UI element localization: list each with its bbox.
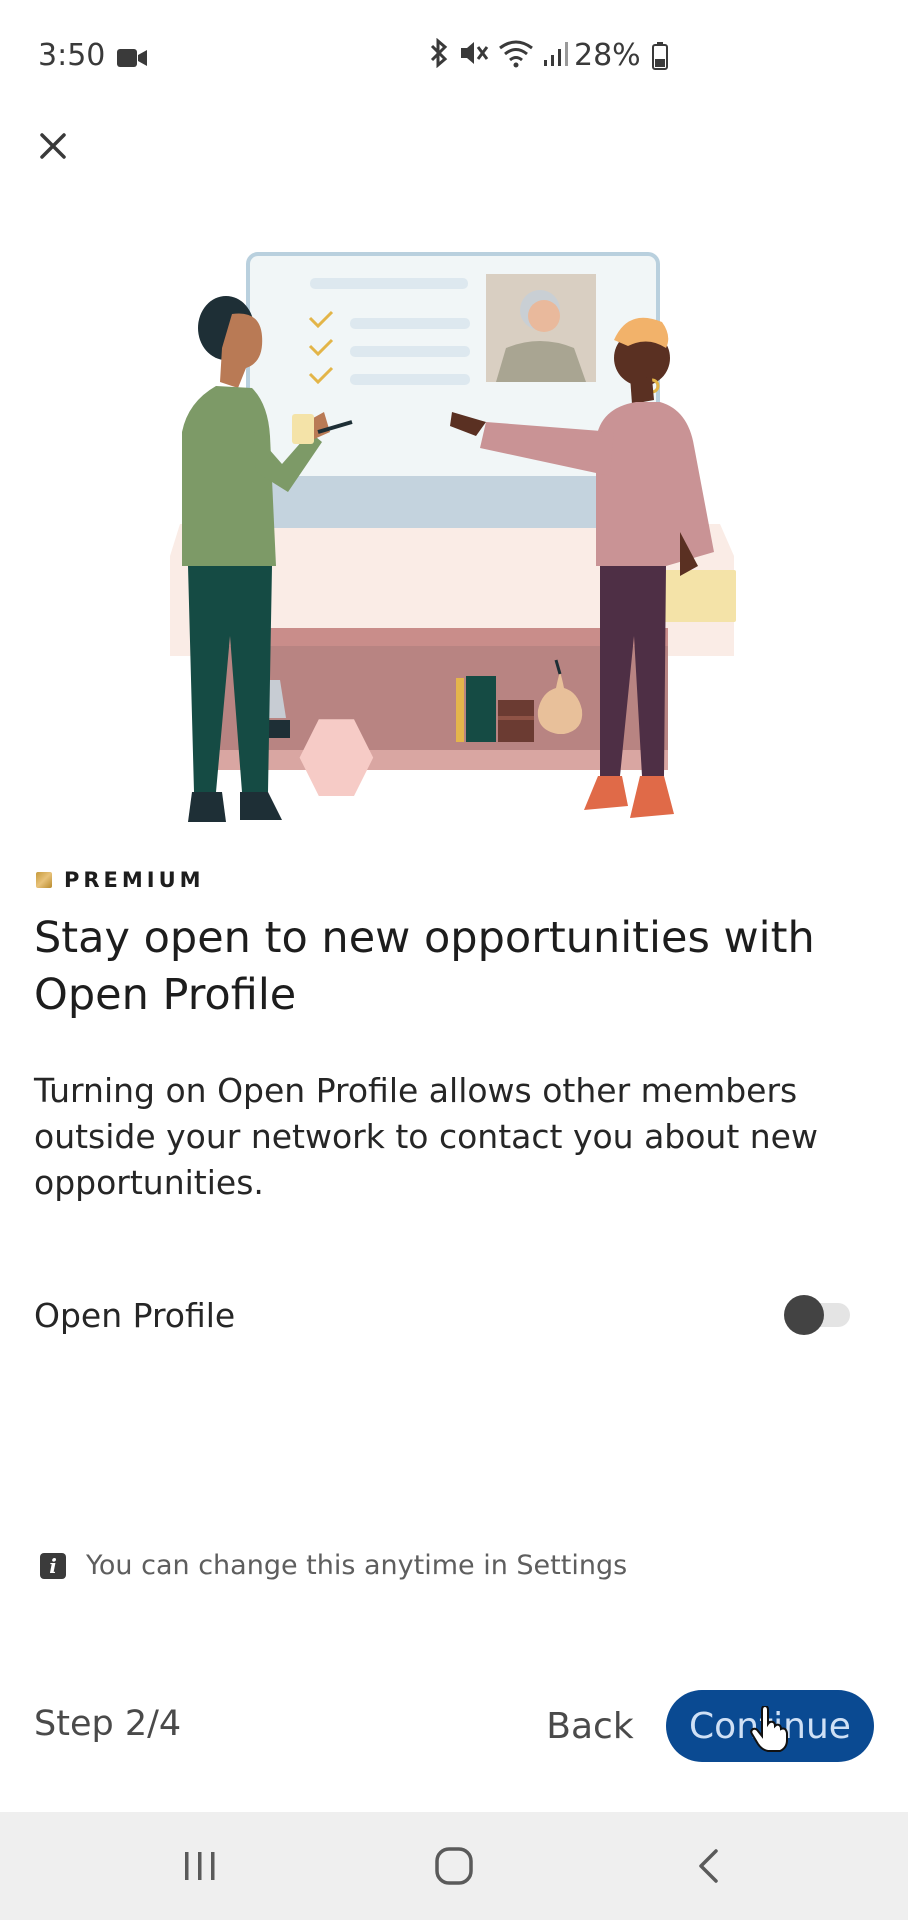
battery-percent: 28% [574,38,641,73]
step-indicator: Step 2/4 [34,1704,182,1744]
wifi-icon [499,40,533,68]
info-text: You can change this anytime in Settings [86,1550,628,1581]
open-profile-toggle[interactable] [784,1295,852,1335]
status-time: 3:50 [38,38,106,73]
premium-badge-icon [36,872,52,888]
settings-info-note: i You can change this anytime in Setting… [40,1550,627,1581]
back-arrow-icon [699,1849,718,1883]
back-button[interactable]: Back [540,1690,640,1762]
page-description: Turning on Open Profile allows other mem… [34,1071,818,1202]
status-icons [428,38,572,68]
hand-cursor-icon [750,1706,788,1752]
signal-icon [544,42,568,66]
toggle-knob [784,1295,824,1335]
open-profile-setting-row: Open Profile [34,1290,852,1340]
home-button[interactable] [394,1812,514,1920]
home-icon [435,1847,473,1885]
info-icon: i [40,1552,66,1579]
status-bar: 3:50 28% [0,0,908,110]
system-nav-bar [0,1812,908,1920]
close-button[interactable] [28,118,78,174]
close-icon [40,133,66,159]
open-profile-toggle-label: Open Profile [34,1295,236,1335]
battery-icon [652,42,668,78]
open-profile-screen: 3:50 28% PREMIUM Stay open to new opport… [0,0,908,1920]
premium-tag: PREMIUM [36,868,205,892]
video-icon [116,42,148,77]
recent-apps-icon [185,1852,215,1880]
mute-icon [461,42,489,64]
premium-label: PREMIUM [64,868,205,892]
open-profile-illustration [170,252,736,822]
page-title: Stay open to new opportunities with Open… [34,913,815,1020]
system-back-button[interactable] [648,1812,768,1920]
recent-apps-button[interactable] [140,1812,260,1920]
bluetooth-icon [430,38,448,68]
